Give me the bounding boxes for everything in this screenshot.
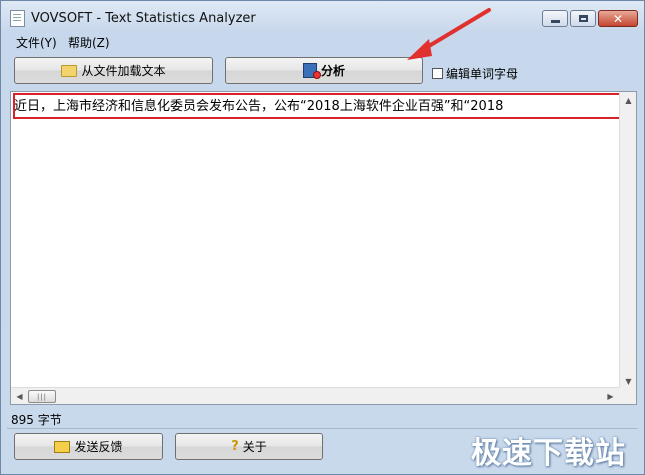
window-title: VOVSOFT - Text Statistics Analyzer [31,11,256,26]
maximize-button[interactable] [570,10,596,27]
horizontal-scroll-thumb[interactable]: ||| [28,390,56,403]
analyze-icon [302,63,321,79]
byte-count-status: 895 字节 [11,413,62,427]
close-button[interactable]: ✕ [598,10,638,27]
minimize-icon [550,19,560,23]
scroll-right-icon[interactable]: ▶ [602,388,619,404]
scroll-up-icon[interactable]: ▲ [620,92,637,108]
send-feedback-label: 发送反馈 [74,440,123,454]
minimize-button[interactable] [542,10,568,27]
app-window: VOVSOFT - Text Statistics Analyzer ✕ 文件(… [0,0,645,475]
close-icon: ✕ [612,11,624,26]
maximize-icon [578,15,588,22]
question-icon: ? [231,439,239,454]
scroll-left-icon[interactable]: ◀ [11,388,28,404]
folder-icon [61,64,78,77]
edit-letters-option[interactable]: 编辑单词字母 [432,65,518,82]
about-button[interactable]: ? 关于 [175,433,323,460]
load-file-button[interactable]: 从文件加载文本 [14,57,213,84]
load-file-label: 从文件加载文本 [81,64,166,78]
edit-letters-checkbox[interactable] [432,68,443,79]
scrollbar-corner [619,387,636,404]
watermark-logo: 极速下载站 [471,436,626,471]
document-icon [10,10,25,27]
edit-letters-label: 编辑单词字母 [446,67,519,81]
title-bar[interactable]: VOVSOFT - Text Statistics Analyzer ✕ [1,1,644,31]
menu-help[interactable]: 帮助(Z) [68,34,110,51]
about-label: 关于 [242,440,267,454]
menu-file[interactable]: 文件(Y) [16,34,57,51]
annotation-arrow-icon [407,8,491,60]
analyze-label: 分析 [320,64,345,78]
send-feedback-button[interactable]: 发送反馈 [14,433,163,460]
vertical-scrollbar[interactable]: ▲ ▼ [619,92,636,389]
window-controls: ✕ [540,10,638,27]
analyze-button[interactable]: 分析 [225,57,423,84]
text-input-area[interactable]: 近日，上海市经济和信息化委员会发布公告，公布“2018上海软件企业百强”和“20… [10,91,637,405]
envelope-icon [54,440,71,453]
horizontal-scrollbar[interactable]: ◀ ||| ▶ [11,387,619,404]
annotation-highlight-box [13,93,628,119]
menu-bar: 文件(Y) 帮助(Z) [1,31,644,50]
